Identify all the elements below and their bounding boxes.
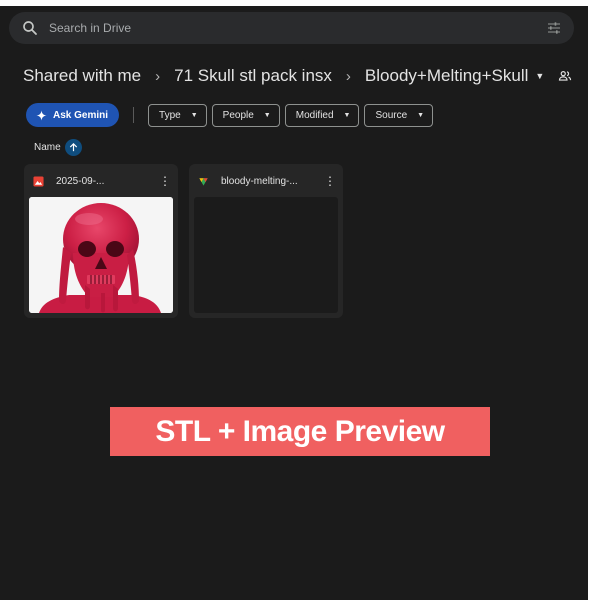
filter-source-chip[interactable]: Source ▼ <box>364 103 434 127</box>
sort-ascending-icon[interactable] <box>64 139 82 156</box>
search-options-icon[interactable] <box>546 20 562 36</box>
drive-window: Shared with me › 71 Skull stl pack insx … <box>0 6 588 600</box>
search-input[interactable] <box>49 18 529 38</box>
file-name: 2025-09-... <box>56 175 105 187</box>
filter-type-label: Type <box>159 109 181 121</box>
file-card-header: 2025-09-... ⋮ <box>33 173 172 189</box>
more-options-icon[interactable]: ⋮ <box>158 175 172 187</box>
promo-banner: STL + Image Preview <box>110 407 490 456</box>
filter-bar: Ask Gemini Type ▼ People ▼ Modified ▼ So… <box>26 103 438 127</box>
dropdown-arrow-icon: ▼ <box>263 111 271 119</box>
melting-skull-preview <box>29 197 173 313</box>
breadcrumb-current-folder[interactable]: Bloody+Melting+Skull ▼ <box>365 66 544 86</box>
dropdown-arrow-icon: ▼ <box>417 111 425 119</box>
current-folder-name: Bloody+Melting+Skull <box>364 66 529 85</box>
file-thumbnail[interactable] <box>29 197 173 313</box>
breadcrumb-skull-pack-folder[interactable]: 71 Skull stl pack insx <box>174 66 332 86</box>
ask-gemini-label: Ask Gemini <box>53 109 109 121</box>
file-card-stl[interactable]: bloody-melting-... ⋮ <box>189 164 343 318</box>
filter-type-chip[interactable]: Type ▼ <box>148 103 207 127</box>
ask-gemini-button[interactable]: Ask Gemini <box>26 103 120 127</box>
file-card-header: bloody-melting-... ⋮ <box>198 173 337 189</box>
search-bar[interactable] <box>9 12 574 44</box>
filter-people-label: People <box>222 109 254 121</box>
filter-people-chip[interactable]: People ▼ <box>211 103 280 127</box>
stl-file-icon <box>199 177 208 186</box>
breadcrumb: Shared with me › 71 Skull stl pack insx … <box>23 64 572 88</box>
shared-people-icon[interactable] <box>558 69 572 83</box>
breadcrumb-separator: › <box>345 67 351 85</box>
dropdown-arrow-icon: ▼ <box>343 111 351 119</box>
breadcrumb-shared-with-me[interactable]: Shared with me <box>23 66 141 86</box>
file-name: bloody-melting-... <box>221 175 298 187</box>
file-card-image[interactable]: 2025-09-... ⋮ <box>24 164 178 318</box>
filter-modified-chip[interactable]: Modified ▼ <box>284 103 360 127</box>
search-icon <box>23 21 37 35</box>
breadcrumb-separator: › <box>155 67 161 85</box>
filter-source-label: Source <box>375 109 408 121</box>
file-thumbnail-empty[interactable] <box>194 197 338 313</box>
folder-menu-dropdown-icon: ▼ <box>535 71 545 81</box>
toolbar-divider <box>133 107 135 123</box>
image-file-icon <box>33 175 44 187</box>
more-options-icon[interactable]: ⋮ <box>323 175 337 187</box>
sort-by-name-header[interactable]: Name <box>34 139 82 156</box>
gemini-sparkle-icon <box>36 109 47 121</box>
banner-text: STL + Image Preview <box>155 414 445 448</box>
filter-modified-label: Modified <box>295 109 334 121</box>
dropdown-arrow-icon: ▼ <box>190 111 198 119</box>
right-border <box>588 0 600 600</box>
sort-label: Name <box>34 142 61 153</box>
